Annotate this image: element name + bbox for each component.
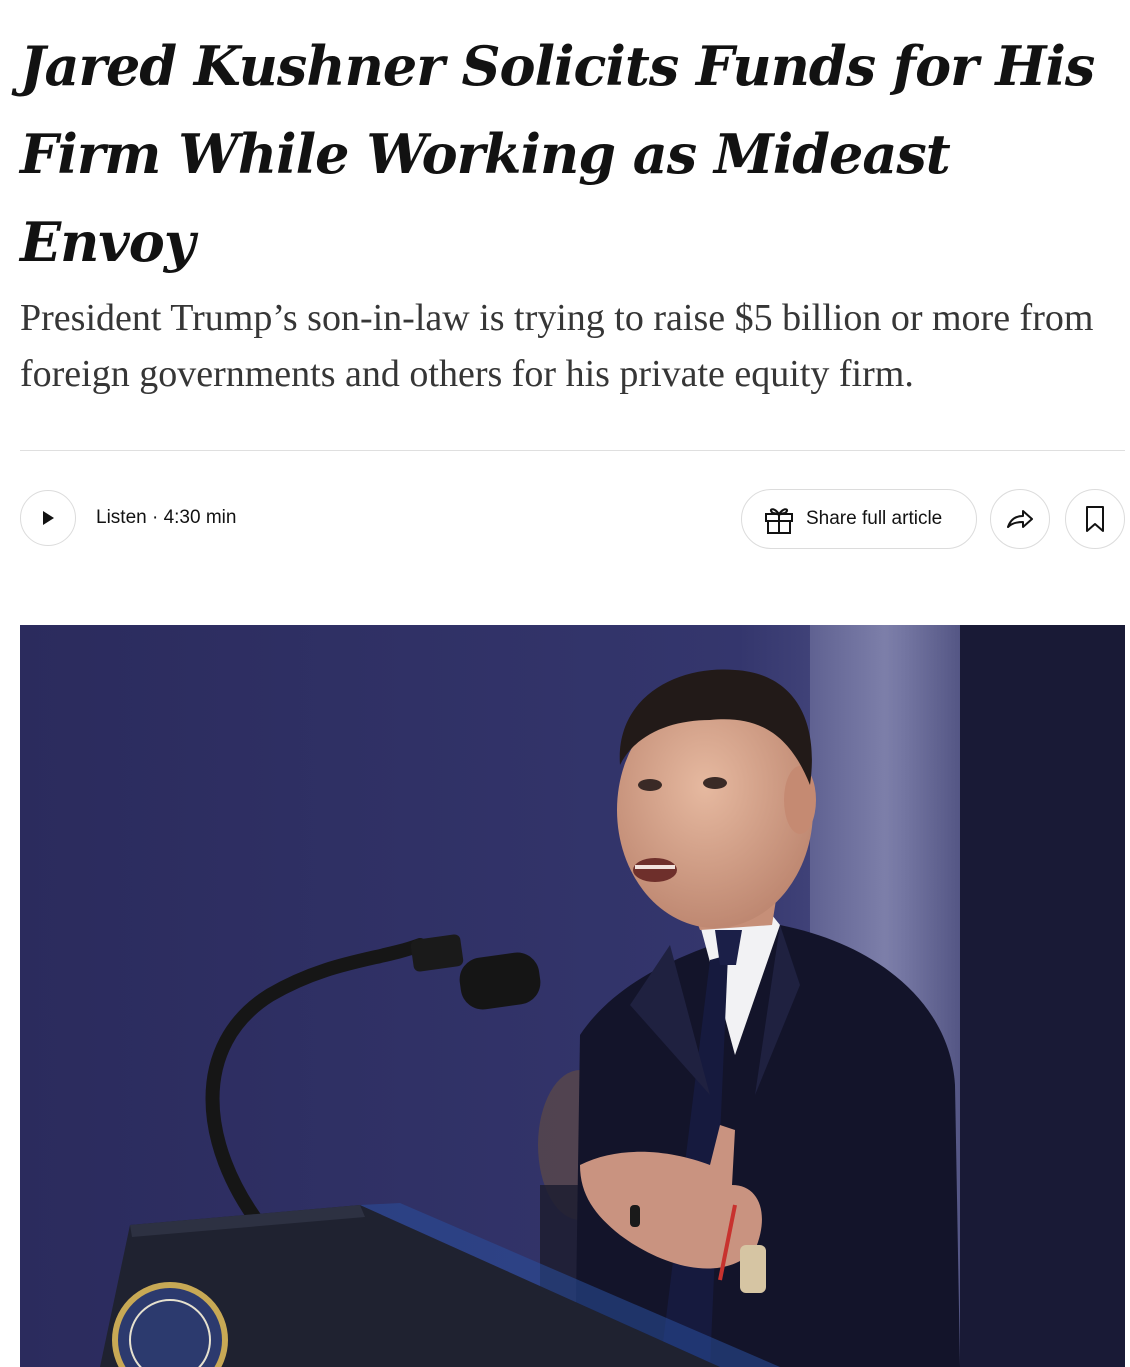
bookmark-button[interactable] — [1065, 489, 1125, 549]
bookmark-icon — [1086, 506, 1104, 532]
share-full-article-button[interactable]: Share full article — [741, 489, 977, 549]
share-label: Share full article — [806, 508, 943, 529]
article-toolbar: Listen · 4:30 min Share full article — [20, 488, 1125, 549]
article-photo — [20, 625, 1125, 1367]
listen-button[interactable]: Listen · 4:30 min — [20, 488, 236, 548]
gift-icon — [765, 508, 793, 534]
play-button[interactable] — [20, 490, 76, 546]
article-summary: President Trump’s son-in-law is trying t… — [20, 297, 1094, 395]
play-icon — [43, 511, 54, 525]
share-button[interactable] — [990, 489, 1050, 549]
article-headline: Jared Kushner Solicits Funds for His Fir… — [20, 34, 1095, 274]
share-arrow-icon — [1007, 510, 1033, 528]
listen-label: Listen · 4:30 min — [96, 507, 237, 528]
divider — [20, 450, 1125, 451]
